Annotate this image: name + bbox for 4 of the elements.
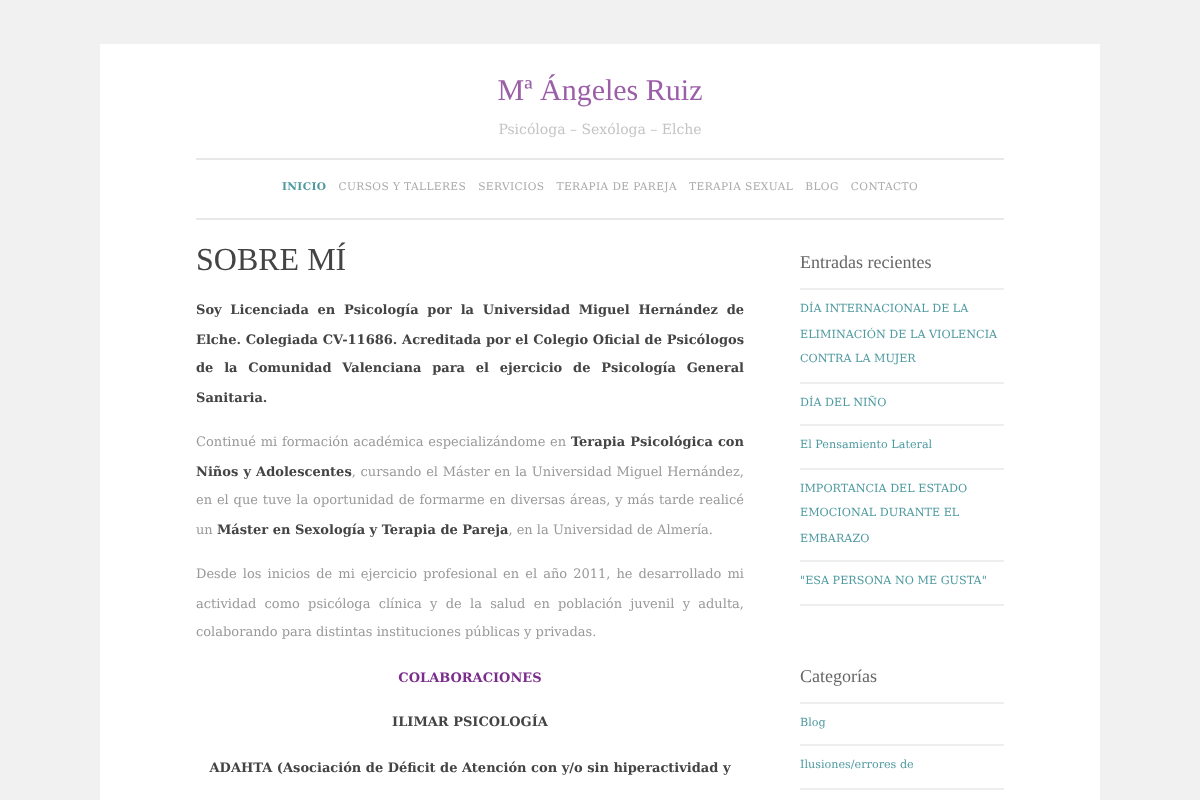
site-title[interactable]: Mª Ángeles Ruiz (196, 76, 1004, 110)
page-heading: SOBRE MÍ (196, 244, 349, 280)
widget-title: Entradas recientes (800, 244, 1004, 290)
widget-title: Categorías (800, 657, 1004, 703)
